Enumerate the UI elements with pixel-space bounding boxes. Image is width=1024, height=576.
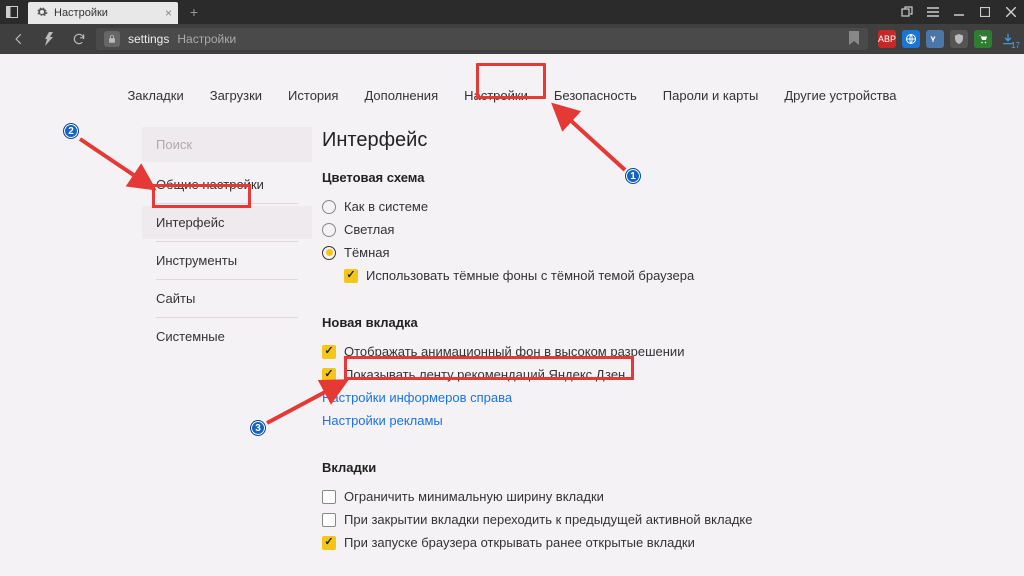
address-bar[interactable]: settings Настройки [96, 28, 868, 50]
settings-nav-tabs: Закладки Загрузки История Дополнения Нас… [0, 54, 1024, 109]
nav-other-devices[interactable]: Другие устройства [780, 82, 900, 109]
downloads-count: 17 [1011, 41, 1020, 50]
radio-icon [322, 200, 336, 214]
annotation-badge-1: 1 [625, 168, 641, 184]
color-scheme-system[interactable]: Как в системе [322, 195, 882, 218]
sidebar-item-sites[interactable]: Сайты [142, 282, 312, 315]
tab-title: Настройки [54, 7, 108, 19]
sidebar-item-general[interactable]: Общие настройки [142, 168, 312, 201]
extension-globe-icon[interactable] [902, 30, 920, 48]
downloads-icon[interactable]: 17 [998, 30, 1018, 48]
maximize-icon[interactable] [972, 0, 998, 24]
extension-cart-icon[interactable] [974, 30, 992, 48]
checkbox-checked-icon [322, 536, 336, 550]
annotation-badge-2: 2 [63, 123, 79, 139]
nav-settings[interactable]: Настройки [460, 82, 532, 109]
settings-sidebar: Поиск Общие настройки Интерфейс Инструме… [142, 127, 312, 554]
nav-downloads[interactable]: Загрузки [206, 82, 266, 109]
site-info-icon[interactable] [104, 31, 120, 47]
new-tab-hi-res[interactable]: Отображать анимационный фон в высоком ра… [322, 340, 882, 363]
annotation-badge-3: 3 [250, 420, 266, 436]
dark-bg-option[interactable]: Использовать тёмные фоны с тёмной темой … [322, 264, 882, 287]
extension-abp-icon[interactable]: ABP [878, 30, 896, 48]
menu-icon[interactable] [920, 0, 946, 24]
address-prefix: settings [128, 32, 169, 46]
checkbox-checked-icon [322, 345, 336, 359]
minimize-icon[interactable] [946, 0, 972, 24]
radio-checked-icon [322, 246, 336, 260]
bookmark-icon[interactable] [848, 31, 860, 48]
sidebar-item-system[interactable]: Системные [142, 320, 312, 353]
sidebar-toggle-icon[interactable] [0, 0, 24, 24]
tabs-min-width[interactable]: Ограничить минимальную ширину вкладки [322, 485, 882, 508]
browser-tab[interactable]: Настройки × [28, 2, 178, 24]
new-tab-zen[interactable]: Показывать ленту рекомендаций Яндекс.Дзе… [322, 363, 882, 386]
settings-main: Интерфейс Цветовая схема Как в системе С… [322, 127, 882, 554]
page-heading: Интерфейс [322, 129, 882, 152]
sidebar-item-interface[interactable]: Интерфейс [142, 206, 312, 239]
tabs-restore[interactable]: При запуске браузера открывать ранее отк… [322, 531, 882, 554]
extension-shield-icon[interactable] [950, 30, 968, 48]
radio-icon [322, 223, 336, 237]
close-window-icon[interactable] [998, 0, 1024, 24]
browser-toolbar: settings Настройки ABP 17 [0, 24, 1024, 54]
section-color-scheme-title: Цветовая схема [322, 170, 882, 185]
nav-security[interactable]: Безопасность [550, 82, 641, 109]
color-scheme-light[interactable]: Светлая [322, 218, 882, 241]
address-path: Настройки [177, 32, 236, 46]
window-titlebar: Настройки × + [0, 0, 1024, 24]
checkbox-icon [322, 513, 336, 527]
sidebar-search[interactable]: Поиск [142, 127, 312, 162]
section-tabs-title: Вкладки [322, 460, 882, 475]
nav-history[interactable]: История [284, 82, 342, 109]
nav-bookmarks[interactable]: Закладки [123, 82, 187, 109]
nav-addons[interactable]: Дополнения [360, 82, 442, 109]
checkbox-icon [322, 490, 336, 504]
checkbox-checked-icon [344, 269, 358, 283]
new-tab-button[interactable]: + [182, 4, 206, 20]
close-tab-icon[interactable]: × [165, 6, 172, 20]
informers-link[interactable]: Настройки информеров справа [322, 386, 882, 409]
ads-link[interactable]: Настройки рекламы [322, 409, 882, 432]
back-icon[interactable] [6, 26, 32, 52]
tabs-prev-active[interactable]: При закрытии вкладки переходить к предыд… [322, 508, 882, 531]
sidebar-item-tools[interactable]: Инструменты [142, 244, 312, 277]
gear-icon [36, 6, 48, 21]
extension-vk-icon[interactable] [926, 30, 944, 48]
copy-window-icon[interactable] [894, 0, 920, 24]
yandex-home-icon[interactable] [36, 26, 62, 52]
section-new-tab-title: Новая вкладка [322, 315, 882, 330]
settings-page: Закладки Загрузки История Дополнения Нас… [0, 54, 1024, 576]
checkbox-checked-icon [322, 368, 336, 382]
reload-icon[interactable] [66, 26, 92, 52]
extensions-row: ABP 17 [872, 30, 1018, 48]
nav-passwords[interactable]: Пароли и карты [659, 82, 763, 109]
color-scheme-dark[interactable]: Тёмная [322, 241, 882, 264]
